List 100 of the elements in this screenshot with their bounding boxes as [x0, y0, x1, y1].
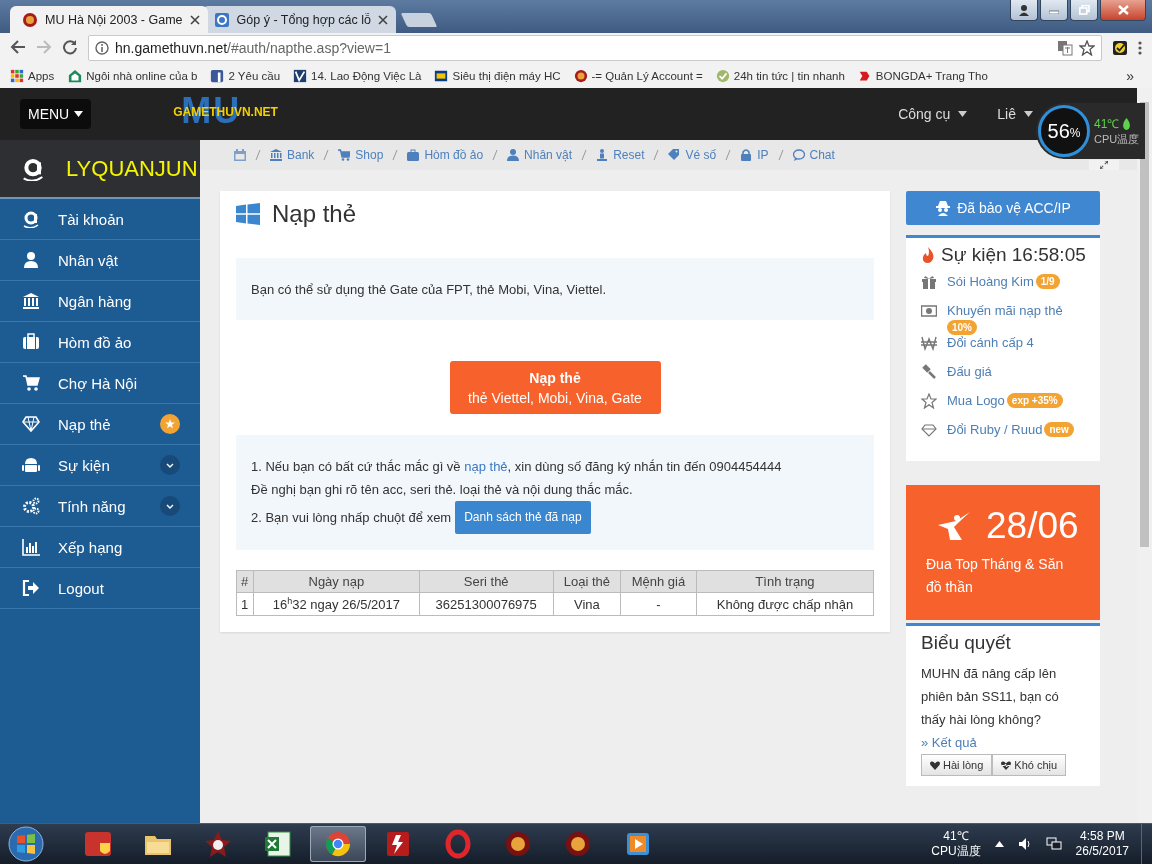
column-header: Tình trạng	[696, 570, 874, 593]
extension-icon	[1112, 40, 1128, 56]
emblem-icon	[563, 829, 593, 859]
nav-dropdown[interactable]: Công cụ	[898, 106, 968, 122]
person-icon	[507, 149, 520, 161]
chevron-down-icon	[166, 503, 174, 509]
profile-button[interactable]	[1010, 0, 1038, 21]
sidebar-item[interactable]: Xếp hạng	[58, 538, 180, 556]
expand-arrows-icon	[1100, 161, 1108, 169]
bookmark[interactable]: 2 Yêu cầu	[210, 68, 281, 83]
tray-temperature: 41℃	[943, 829, 969, 844]
apps-grid-icon	[10, 68, 24, 83]
note-text: 2. Bạn vui lòng nhấp chuột để xem	[251, 509, 452, 527]
address-bar[interactable]: hn.gamethuvn.net/#auth/napthe.asp?view=1	[88, 35, 1102, 61]
table-cell: 16$^{h}$32 ngay 26/5/2017	[253, 592, 420, 616]
info-icon	[95, 41, 109, 55]
slash-icon	[724, 149, 733, 161]
logout-icon	[22, 579, 40, 597]
vote-button[interactable]: Hài lòng	[921, 754, 993, 776]
bookmark[interactable]: Ngôi nhà online của b	[68, 68, 198, 83]
column-header: Loại thẻ	[553, 570, 621, 593]
breadcrumb-link[interactable]: Hòm đồ ảo	[407, 148, 484, 162]
sidebar-item[interactable]: Nạp thẻ	[58, 415, 142, 433]
note-text: Đề nghị bạn ghi rõ tên acc, seri thẻ. loại thẻ và nội dung thắc mắc.	[251, 481, 634, 499]
forward-arrow-icon	[36, 38, 52, 55]
check-circle-icon	[715, 68, 730, 83]
bookmark[interactable]: Siêu thị điện máy HC	[434, 68, 561, 83]
restore-button[interactable]	[1070, 0, 1098, 21]
taskbar-button[interactable]	[310, 826, 366, 862]
favicon-icon	[213, 11, 230, 28]
recharge-link[interactable]: nạp thẻ	[464, 459, 508, 474]
table-cell: Không được chấp nhận	[696, 592, 874, 616]
cpu-label: CPU温度	[1094, 133, 1140, 145]
events-title: Sự kiện 16:58:05	[941, 244, 1086, 266]
new-tab-button[interactable]	[400, 13, 438, 27]
sidebar-item[interactable]: Nhân vật	[58, 251, 180, 269]
breadcrumb-link[interactable]: Vé số	[668, 148, 717, 162]
event-link[interactable]: Khuyến mãi nạp thẻ	[947, 303, 1063, 318]
event-link[interactable]: Đấu giá	[947, 364, 992, 379]
event-link[interactable]: Đổi cánh cấp 4	[947, 335, 1034, 350]
expand-button[interactable]	[160, 455, 180, 475]
event-link[interactable]: Mua Logo	[947, 393, 1005, 408]
browser-tab[interactable]: MU Hà Nội 2003 - Game	[10, 6, 208, 33]
nav-dropdown[interactable]: Liê	[997, 106, 1033, 122]
bookmark[interactable]: 14. Lao Động Việc Là	[293, 68, 422, 83]
poll-title: Biểu quyết	[921, 632, 1011, 654]
bookmark[interactable]: Apps	[10, 68, 55, 83]
event-link[interactable]: Đổi Ruby / Ruud	[947, 422, 1043, 437]
sidebar-item[interactable]: Hòm đồ ảo	[58, 333, 180, 351]
sidebar-item[interactable]: Chợ Hà Nội	[58, 374, 180, 392]
more-bookmarks-button[interactable]: »	[1126, 67, 1142, 84]
account-logo-icon	[22, 210, 40, 228]
cart-icon	[22, 374, 40, 392]
bank-icon	[22, 292, 40, 310]
person-icon	[22, 251, 40, 269]
table-cell: 36251300076975	[419, 592, 554, 616]
star-icon	[921, 393, 937, 409]
translate-icon	[1057, 40, 1073, 56]
fullscreen-button[interactable]	[1089, 160, 1119, 170]
emblem-icon	[503, 829, 533, 859]
close-icon	[1117, 5, 1129, 15]
event-badge: exp +35%	[1006, 393, 1063, 408]
menu-button[interactable]: MENU	[20, 99, 92, 129]
close-window-button[interactable]	[1100, 0, 1146, 21]
sidebar-item[interactable]: Tài khoản	[58, 210, 180, 228]
bookmark[interactable]: BONGDA+ Trang Tho	[857, 68, 988, 83]
square-icon	[434, 68, 449, 83]
sidebar-item[interactable]: Sự kiện	[58, 456, 142, 474]
scrollbar[interactable]	[1137, 88, 1152, 823]
diamond-icon	[921, 422, 937, 438]
slash-icon	[322, 149, 331, 161]
sidebar-item[interactable]: Logout	[58, 579, 180, 597]
sidebar-item[interactable]: Ngân hàng	[58, 292, 180, 310]
breadcrumb-link[interactable]: Nhân vật	[507, 148, 573, 162]
favicon-icon	[22, 11, 38, 28]
expand-button[interactable]	[160, 496, 180, 516]
banknote-icon	[921, 303, 937, 319]
caret-icon	[1024, 111, 1033, 117]
robot-icon	[22, 456, 40, 474]
sidebar-item[interactable]: Tính năng	[58, 497, 142, 515]
vote-button[interactable]: Khó chịu	[992, 754, 1067, 776]
minimize-button[interactable]	[1040, 0, 1068, 21]
column-header: Ngày nạp	[253, 570, 420, 593]
event-link[interactable]: Sói Hoàng Kim	[947, 274, 1034, 289]
bookmark[interactable]: 24h tin tức | tin nhanh	[715, 68, 845, 83]
bookmark[interactable]: -= Quản Lý Account =	[573, 68, 703, 83]
circle-icon	[573, 68, 588, 83]
browser-icon	[323, 829, 353, 859]
bank-icon	[270, 149, 282, 161]
chevron-down-icon	[166, 462, 174, 468]
windows-logo-icon	[236, 203, 260, 225]
clock-date: 26/5/2017	[1075, 844, 1129, 859]
protection-button[interactable]: Đã bảo vệ ACC/IP	[906, 191, 1100, 225]
event-badge: 10%	[947, 320, 977, 335]
results-link[interactable]: » Kết quả	[921, 735, 977, 750]
gift-icon	[921, 274, 937, 290]
calendar-icon	[234, 149, 246, 161]
house-icon	[68, 68, 83, 83]
card-list-button[interactable]: Danh sách thẻ đã nạp	[455, 501, 591, 534]
lock-icon	[740, 149, 753, 161]
